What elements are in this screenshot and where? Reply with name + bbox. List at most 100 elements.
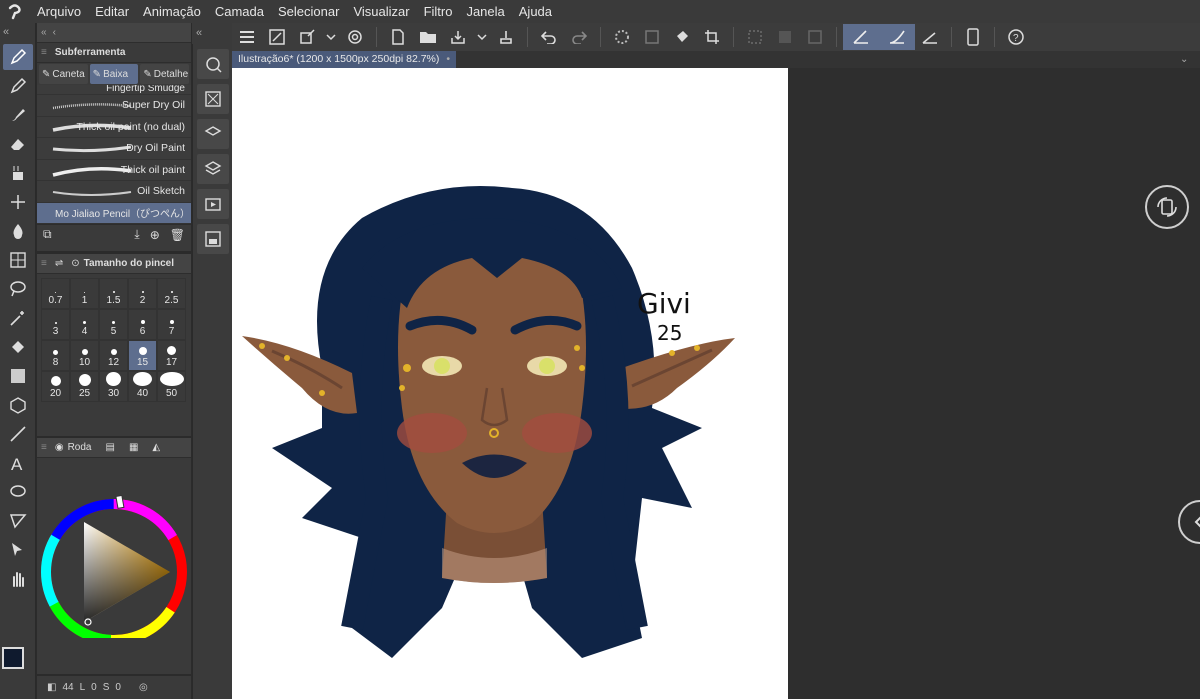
grip-icon[interactable]: ≡ [41,442,47,453]
ruler-snap-icon[interactable] [915,24,945,50]
save-icon[interactable] [443,24,473,50]
chevron-down-icon[interactable]: ⌄ [1180,54,1200,65]
transform-icon[interactable] [292,24,322,50]
brush-item-selected[interactable]: Mo Jialiao Pencil（ぴつぺん） [37,202,191,224]
download-icon[interactable]: ⤓ [134,227,139,242]
eraser-tool-icon[interactable] [3,131,33,157]
deselect-icon[interactable] [740,24,770,50]
help-icon[interactable]: ? [1001,24,1031,50]
menu-arquivo[interactable]: Arquivo [30,0,88,23]
tab-baixa[interactable]: ✎ Baixa [89,64,139,84]
brush-size-option[interactable]: 25 [70,371,99,402]
collapse-icon[interactable]: « [0,23,35,41]
brush-size-option[interactable]: 5 [99,309,128,340]
brush-size-option[interactable]: 1 [70,278,99,309]
sliders-icon[interactable]: ⇌ [55,258,63,269]
menu-filtro[interactable]: Filtro [417,0,460,23]
navigator-icon[interactable] [197,49,229,79]
brush-item[interactable]: Super Dry Oil [37,95,191,117]
document-tab[interactable]: Ilustração6* (1200 x 1500px 250dpi 82.7%… [232,51,456,68]
brush-size-option[interactable]: 2 [128,278,157,309]
grip-icon[interactable]: ≡ [41,47,47,58]
new-file-icon[interactable] [383,24,413,50]
clear-selection-icon[interactable] [637,24,667,50]
menu-editar[interactable]: Editar [88,0,136,23]
object-select-icon[interactable] [3,537,33,563]
rotate-canvas-button[interactable] [1145,185,1189,229]
export-icon[interactable] [491,24,521,50]
reset-icon[interactable]: ◎ [139,682,148,693]
sparkle-tool-icon[interactable] [3,189,33,215]
brush-item[interactable]: Thick oil paint [37,159,191,181]
menu-animacao[interactable]: Animação [136,0,208,23]
3d-object-icon[interactable] [3,392,33,418]
mesh-transform-icon[interactable] [3,247,33,273]
brush-size-option[interactable]: 10 [70,340,99,371]
selection-border-icon[interactable] [800,24,830,50]
brush-size-option[interactable]: 3 [41,309,70,340]
tab-caneta[interactable]: ✎ Caneta [39,64,88,84]
brush-size-option[interactable]: 12 [99,340,128,371]
color-wheel[interactable] [37,458,191,638]
brush-size-option[interactable]: 8 [41,340,70,371]
brush-size-option[interactable]: 15 [128,340,157,371]
redo-icon[interactable] [564,24,594,50]
brush-item[interactable]: Dry Oil Paint [37,138,191,160]
tab-roda[interactable]: Roda [68,442,92,453]
hand-tool-icon[interactable] [3,566,33,592]
brush-size-option[interactable]: 17 [157,340,186,371]
canvas-paper[interactable]: Givi 25 [232,68,788,699]
menu-selecionar[interactable]: Selecionar [271,0,346,23]
line-tool-icon[interactable] [3,421,33,447]
chevron-left-icon[interactable]: ‹ [53,27,56,38]
undo-icon[interactable] [534,24,564,50]
brush-item[interactable]: Fingertip Smudge [37,85,191,95]
balloon-tool-icon[interactable] [3,479,33,505]
chevron-down-icon[interactable] [322,24,340,50]
brush-size-option[interactable]: 4 [70,309,99,340]
color-picker-handle[interactable] [84,618,92,626]
brush-size-option[interactable]: 40 [128,371,157,402]
canvas-fit-icon[interactable] [262,24,292,50]
menu-camada[interactable]: Camada [208,0,271,23]
smartphone-icon[interactable] [958,24,988,50]
material-icon[interactable] [197,84,229,114]
open-folder-icon[interactable] [413,24,443,50]
gradient-tool-icon[interactable] [3,363,33,389]
fill-tool-icon[interactable] [3,334,33,360]
animation-timeline-icon[interactable] [197,189,229,219]
invert-selection-icon[interactable] [770,24,800,50]
menu-visualizar[interactable]: Visualizar [346,0,416,23]
pen-tool-icon[interactable] [3,44,33,70]
curve-stroke-icon[interactable] [879,24,915,50]
approx-color-tab-icon[interactable]: ◭ [152,442,160,453]
stabilizer-icon[interactable] [843,24,879,50]
trash-icon[interactable]: 🗑 [170,228,185,242]
collapse-icon[interactable]: « [192,23,232,44]
crop-icon[interactable] [697,24,727,50]
collapse-icon[interactable]: « [41,27,47,38]
menu-janela[interactable]: Janela [459,0,511,23]
lasso-tool-icon[interactable] [3,276,33,302]
tab-detalhe[interactable]: ✎ Detalhe [140,64,190,84]
layers-icon[interactable] [197,154,229,184]
settings-icon[interactable]: ⧉ [43,227,52,242]
menu-hamburger-icon[interactable] [232,24,262,50]
layer-property-icon[interactable] [197,119,229,149]
app-logo-icon[interactable] [0,0,30,23]
color-slider-tab-icon[interactable]: ▤ [105,442,114,453]
grip-icon[interactable]: ≡ [41,258,47,269]
main-color-swatch[interactable] [2,647,24,669]
brush-item[interactable]: Oil Sketch [37,181,191,203]
pencil-tool-icon[interactable] [3,73,33,99]
brush-item[interactable]: Thick oil paint (no dual) [37,116,191,138]
magic-wand-icon[interactable] [3,305,33,331]
blend-tool-icon[interactable] [3,160,33,186]
color-set-tab-icon[interactable]: ▦ [129,442,138,453]
duplicate-icon[interactable]: ⊕ [150,228,160,242]
text-tool-icon[interactable]: A [3,450,33,476]
brush-size-option[interactable]: 30 [99,371,128,402]
brush-size-option[interactable]: 20 [41,371,70,402]
brush-size-option[interactable]: 6 [128,309,157,340]
brush-size-option[interactable]: 2.5 [157,278,186,309]
